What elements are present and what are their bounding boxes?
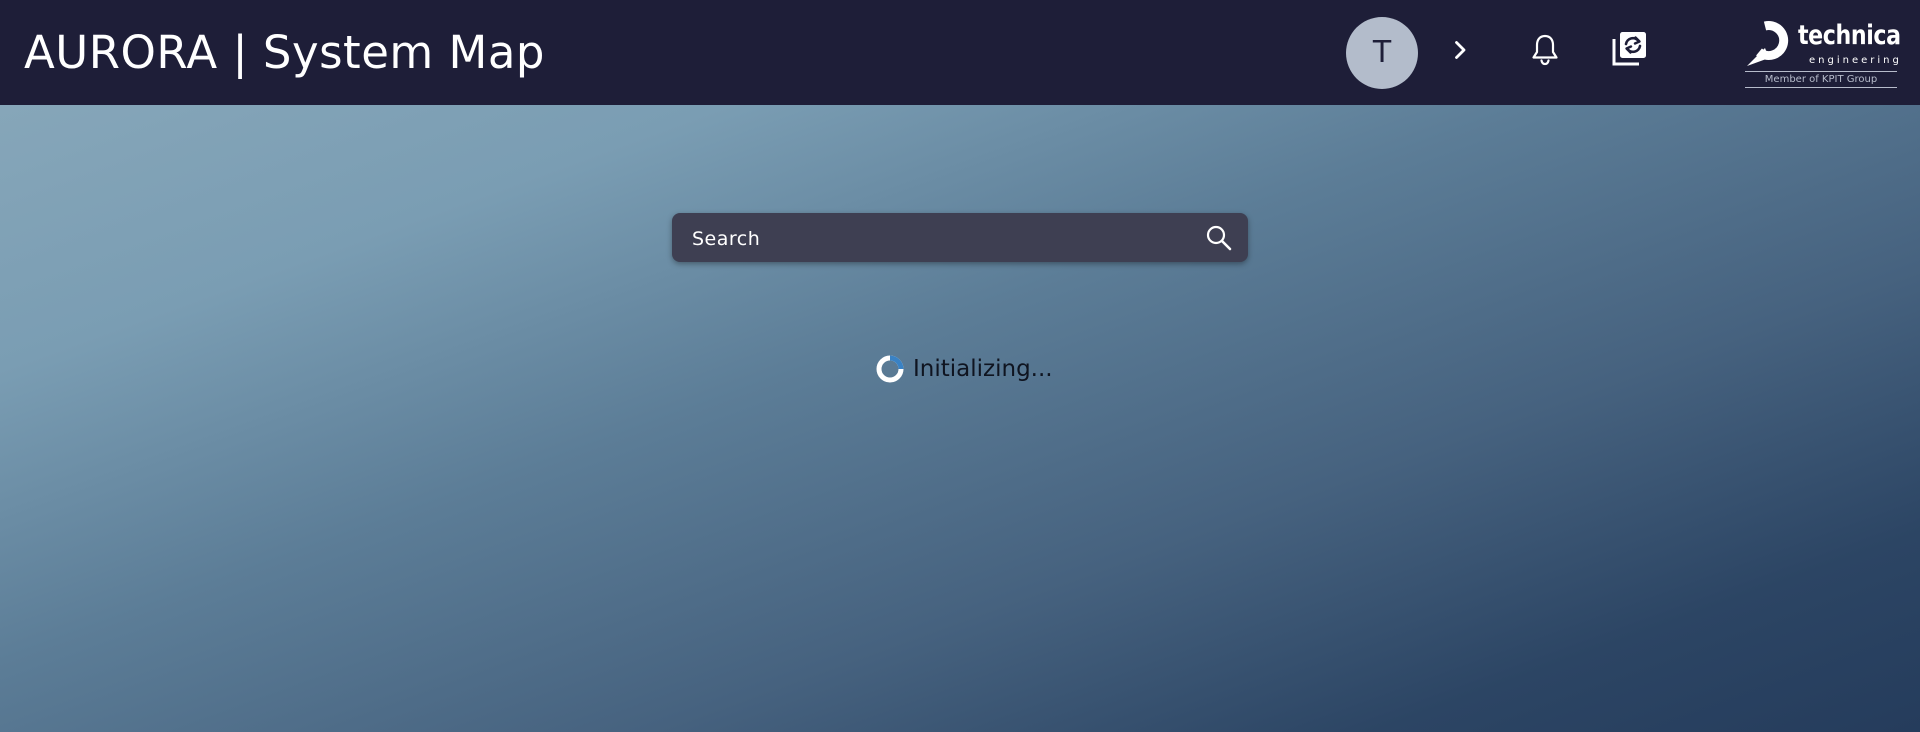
logo-divider-top (1745, 71, 1897, 72)
expand-button[interactable] (1440, 30, 1480, 70)
user-avatar[interactable]: T (1346, 17, 1418, 89)
main-canvas: Initializing... (0, 105, 1920, 732)
company-logo: technica engineering Member of KPIT Grou… (1745, 16, 1901, 90)
search-icon[interactable] (1204, 223, 1234, 253)
notifications-button[interactable] (1525, 30, 1565, 70)
sync-copy-icon (1612, 32, 1646, 66)
search-input[interactable] (690, 213, 1174, 264)
logo-mark-icon (1747, 21, 1789, 66)
bell-icon (1532, 34, 1558, 66)
loading-indicator: Initializing... (875, 351, 1053, 387)
app-title: AURORA | System Map (24, 26, 545, 79)
loading-status-text: Initializing... (913, 356, 1053, 382)
logo-subtitle: engineering (1809, 55, 1902, 66)
app-root: AURORA | System Map T technica engineeri… (0, 0, 1920, 732)
spinner-icon (876, 355, 904, 383)
logo-wordmark: technica (1798, 20, 1901, 51)
top-bar: AURORA | System Map T technica engineeri… (0, 0, 1920, 105)
logo-divider-bottom (1745, 87, 1897, 88)
logo-tagline: Member of KPIT Group (1764, 74, 1878, 85)
sync-button[interactable] (1610, 28, 1650, 68)
chevron-right-icon (1455, 41, 1466, 59)
search-bar (672, 213, 1248, 264)
